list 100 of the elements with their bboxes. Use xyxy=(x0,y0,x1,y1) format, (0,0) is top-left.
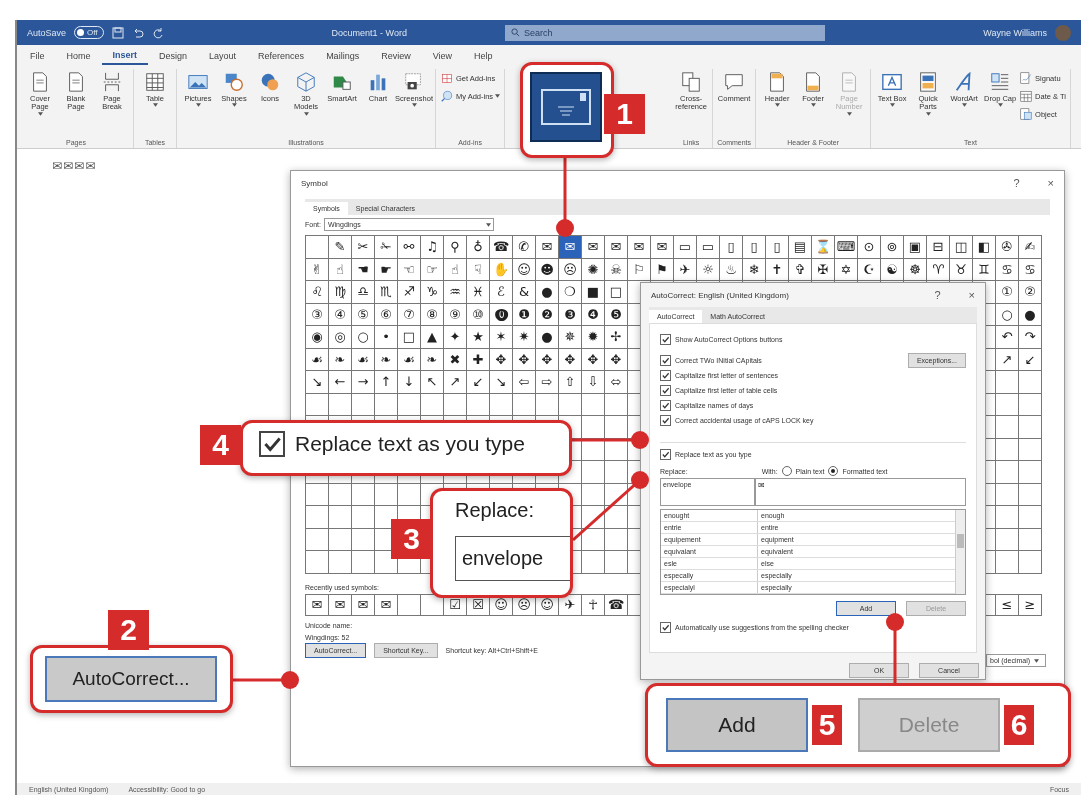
symbol-cell[interactable]: ♉ xyxy=(950,258,973,281)
symbol-cell[interactable] xyxy=(329,528,352,551)
symbol-cell[interactable]: ↘ xyxy=(306,371,329,394)
symbol-cell[interactable]: ☥ xyxy=(582,593,605,616)
symbol-cell[interactable]: ⚲ xyxy=(444,236,467,259)
symbol-cell[interactable]: ↓ xyxy=(398,371,421,394)
checkbox[interactable] xyxy=(660,400,671,411)
symbol-cell[interactable]: ❷ xyxy=(536,303,559,326)
symbol-cell[interactable] xyxy=(1019,461,1042,484)
symbol-cell[interactable]: ✢ xyxy=(605,326,628,349)
symbol-cell[interactable]: ✝ xyxy=(766,258,789,281)
symbol-cell[interactable]: ↙ xyxy=(1019,348,1042,371)
autocorrect-button[interactable]: AutoCorrect... xyxy=(45,656,217,702)
close-button[interactable]: × xyxy=(1047,177,1054,189)
symbol-cell[interactable]: ✞ xyxy=(789,258,812,281)
symbol-cell[interactable]: ✥ xyxy=(536,348,559,371)
symbol-cell[interactable] xyxy=(1019,483,1042,506)
symbol-cell[interactable]: ✉ xyxy=(559,236,582,259)
symbol-cell[interactable]: ⑥ xyxy=(375,303,398,326)
search-field[interactable]: Search xyxy=(504,24,825,41)
symbol-cell[interactable] xyxy=(996,506,1019,529)
symbol-cell[interactable]: ✉ xyxy=(352,593,375,616)
symbol-cell[interactable] xyxy=(398,393,421,416)
symbol-cell[interactable]: ○ xyxy=(996,303,1019,326)
symbol-cell[interactable]: ✎ xyxy=(329,236,352,259)
symbol-cell[interactable] xyxy=(329,551,352,574)
symbol-cell[interactable]: ✥ xyxy=(513,348,536,371)
symbol-cell[interactable]: ✥ xyxy=(582,348,605,371)
ribbon-tab[interactable]: Review xyxy=(370,48,422,64)
symbol-cell[interactable]: ✌ xyxy=(306,258,329,281)
symbol-cell[interactable]: ❄ xyxy=(743,258,766,281)
symbol-cell[interactable]: ☎ xyxy=(490,236,513,259)
close-button[interactable]: × xyxy=(968,289,975,301)
ribbon-tab[interactable]: Design xyxy=(148,48,199,64)
symbol-cell[interactable]: ▭ xyxy=(697,236,720,259)
symbol-cell[interactable]: ← xyxy=(329,371,352,394)
ribbon-tab[interactable]: Mailings xyxy=(315,48,371,64)
symbol-cell[interactable]: ◧ xyxy=(973,236,996,259)
symbol-cell[interactable]: ☙ xyxy=(398,348,421,371)
symbol-cell[interactable]: ⬄ xyxy=(605,371,628,394)
symbol-cell[interactable]: □ xyxy=(605,281,628,304)
symbol-cell[interactable]: ♈ xyxy=(927,258,950,281)
symbol-cell[interactable]: ♨ xyxy=(720,258,743,281)
symbol-cell[interactable] xyxy=(536,393,559,416)
symbol-cell[interactable] xyxy=(352,528,375,551)
symbol-cell[interactable]: ▯ xyxy=(743,236,766,259)
symbol-cell[interactable]: ● xyxy=(1019,303,1042,326)
symbol-cell[interactable]: → xyxy=(352,371,375,394)
symbol-cell[interactable] xyxy=(605,528,628,551)
symbol-cell[interactable] xyxy=(605,416,628,439)
symbol-cell[interactable] xyxy=(582,551,605,574)
symbol-cell[interactable]: ⚐ xyxy=(628,258,651,281)
symbol-cell[interactable]: ✷ xyxy=(513,326,536,349)
symbol-cell[interactable]: ◉ xyxy=(306,326,329,349)
symbol-cell[interactable] xyxy=(375,393,398,416)
symbol-cell[interactable]: ✁ xyxy=(375,236,398,259)
symbol-cell[interactable]: ■ xyxy=(582,281,605,304)
symbol-cell[interactable]: ℰ xyxy=(490,281,513,304)
help-button[interactable]: ? xyxy=(1013,177,1020,189)
symbol-cell[interactable]: ⇧ xyxy=(559,371,582,394)
symbol-cell[interactable]: ☛ xyxy=(375,258,398,281)
symbol-cell[interactable] xyxy=(996,483,1019,506)
symbol-cell[interactable]: ♑ xyxy=(421,281,444,304)
symbol-cell[interactable] xyxy=(996,438,1019,461)
symbol-cell[interactable] xyxy=(329,393,352,416)
symbol-cell[interactable]: ↑ xyxy=(375,371,398,394)
replace-field[interactable]: envelope xyxy=(455,536,570,581)
symbol-cell[interactable]: ♊ xyxy=(973,258,996,281)
symbol-cell[interactable]: ❺ xyxy=(605,303,628,326)
save-icon[interactable] xyxy=(111,26,124,39)
ribbon-tab[interactable]: Layout xyxy=(198,48,248,64)
symbol-cell[interactable]: ≥ xyxy=(1019,593,1042,616)
symbol-cell[interactable]: ▲ xyxy=(421,326,444,349)
symbol-cell[interactable]: ⑤ xyxy=(352,303,375,326)
symbol-cell[interactable]: ◎ xyxy=(329,326,352,349)
ribbon-tab[interactable]: File xyxy=(19,48,56,64)
symbol-cell[interactable] xyxy=(1019,371,1042,394)
checkbox[interactable] xyxy=(660,355,671,366)
symbol-cell[interactable]: ♌ xyxy=(306,281,329,304)
symbol-cell[interactable]: ⊚ xyxy=(881,236,904,259)
symbol-cell[interactable] xyxy=(444,393,467,416)
symbol-cell[interactable] xyxy=(582,461,605,484)
symbol-cell[interactable] xyxy=(398,593,421,616)
symbol-cell[interactable]: ☹ xyxy=(559,258,582,281)
symbol-cell[interactable]: ↗ xyxy=(444,371,467,394)
symbol-cell[interactable] xyxy=(582,416,605,439)
symbol-cell[interactable]: ★ xyxy=(467,326,490,349)
symbol-cell[interactable]: ❸ xyxy=(559,303,582,326)
symbol-cell[interactable]: ♁ xyxy=(467,236,490,259)
symbol-cell[interactable]: ▤ xyxy=(789,236,812,259)
symbol-cell[interactable]: ☼ xyxy=(697,258,720,281)
symbol-cell[interactable]: ● xyxy=(536,326,559,349)
scrollbar[interactable] xyxy=(955,510,965,594)
symbol-cell[interactable] xyxy=(306,506,329,529)
symbol-cell[interactable]: ❍ xyxy=(559,281,582,304)
checkbox[interactable] xyxy=(259,431,285,457)
symbol-cell[interactable] xyxy=(605,393,628,416)
symbol-cell[interactable]: ❧ xyxy=(421,348,444,371)
symbol-cell[interactable]: ✡ xyxy=(835,258,858,281)
symbol-cell[interactable] xyxy=(329,506,352,529)
